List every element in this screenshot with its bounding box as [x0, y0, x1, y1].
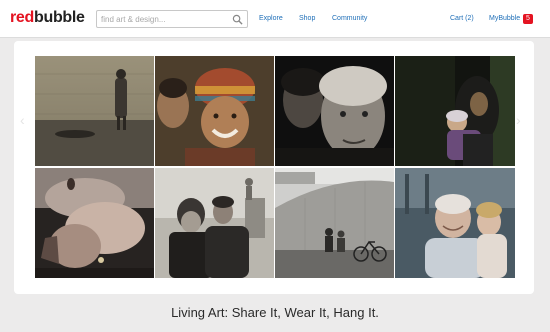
photo-couple-embracing: [155, 168, 274, 278]
logo-red-part: red: [10, 9, 34, 26]
logo-black-part: bubble: [34, 9, 85, 26]
top-header: redbubble Explore Shop Community Cart (2…: [0, 0, 550, 38]
cart-link[interactable]: Cart (2): [450, 15, 474, 22]
photo-tile[interactable]: [275, 168, 394, 278]
photo-kissing-hand: [35, 168, 154, 278]
photo-tile[interactable]: [155, 56, 274, 166]
nav-shop-link[interactable]: Shop: [299, 15, 315, 22]
photo-tile[interactable]: [275, 56, 394, 166]
photo-mother-and-baby: [395, 56, 515, 166]
photo-woman-by-wall: [35, 56, 154, 166]
photo-tile[interactable]: [395, 168, 515, 278]
photo-smiling-girl: [155, 56, 274, 166]
photo-elderly-woman-and-girl: [395, 168, 515, 278]
photo-tile[interactable]: [35, 168, 154, 278]
photo-tile[interactable]: [155, 168, 274, 278]
photo-tile[interactable]: [395, 56, 515, 166]
notification-badge[interactable]: 5: [523, 14, 533, 24]
photo-elderly-faces: [275, 56, 394, 166]
photo-concrete-wall-bicycle: [275, 168, 394, 278]
page-tagline: Living Art: Share It, Wear It, Hang It.: [171, 305, 379, 320]
gallery-prev-arrow[interactable]: ‹: [20, 112, 25, 128]
gallery-next-arrow[interactable]: ›: [516, 112, 521, 128]
search-input[interactable]: [101, 12, 229, 26]
search-box: [96, 10, 248, 28]
nav-explore-link[interactable]: Explore: [259, 15, 283, 22]
nav-community-link[interactable]: Community: [332, 15, 367, 22]
photo-grid: [35, 56, 515, 278]
mybubble-link[interactable]: MyBubble: [489, 15, 520, 22]
redbubble-logo[interactable]: redbubble: [10, 9, 85, 27]
search-icon[interactable]: [232, 14, 243, 25]
photo-tile[interactable]: [35, 56, 154, 166]
